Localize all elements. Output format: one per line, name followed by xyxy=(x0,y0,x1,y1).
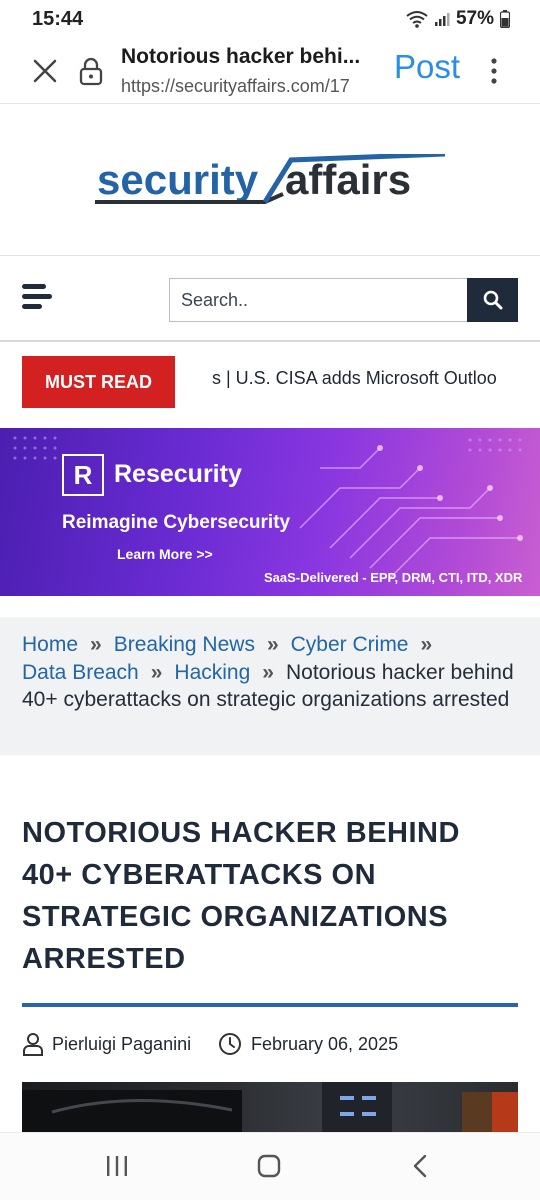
svg-text:affairs: affairs xyxy=(285,156,411,203)
banner-brand: Resecurity xyxy=(114,460,242,488)
android-nav-bar xyxy=(0,1132,540,1200)
breadcrumb-data-breach[interactable]: Data Breach xyxy=(22,661,139,684)
lock-icon[interactable] xyxy=(78,56,104,86)
browser-toolbar: Notorious hacker behi... https://securit… xyxy=(0,40,540,104)
breadcrumb-separator-icon: » xyxy=(90,633,102,656)
back-icon[interactable] xyxy=(408,1153,434,1179)
breadcrumb: Home » Breaking News » Cyber Crime » Data Brea… xyxy=(0,617,540,755)
recent-apps-icon[interactable] xyxy=(104,1153,130,1179)
breadcrumb-cyber-crime[interactable]: Cyber Crime xyxy=(291,633,409,656)
article-meta: Pierluigi Paganini February 06, 2025 xyxy=(22,1030,522,1058)
article-hero-image xyxy=(22,1082,518,1132)
clock-icon xyxy=(219,1033,241,1055)
nav-bar xyxy=(0,256,540,342)
banner-tagline: Reimagine Cybersecurity xyxy=(62,512,291,533)
signal-icon xyxy=(434,13,450,26)
resecurity-logo-icon: R xyxy=(62,454,104,496)
battery-icon xyxy=(500,10,510,28)
site-header: security affairs xyxy=(0,104,540,256)
must-read-badge[interactable]: MUST READ xyxy=(22,356,175,408)
search-field[interactable] xyxy=(169,278,468,322)
menu-icon[interactable] xyxy=(20,282,52,312)
breadcrumb-separator-icon: » xyxy=(262,660,274,684)
banner-learn-more-link[interactable]: Learn More >> xyxy=(117,546,213,562)
battery-percent: 57% xyxy=(455,8,494,29)
close-icon[interactable] xyxy=(30,56,60,86)
browser-url[interactable]: https://securityaffairs.com/17 xyxy=(121,76,383,97)
article-title: NOTORIOUS HACKER BEHIND 40+ CYBERATTACKS… xyxy=(22,817,460,975)
status-icons: 57% xyxy=(406,8,510,30)
breadcrumb-separator-icon: » xyxy=(420,633,433,656)
home-icon[interactable] xyxy=(256,1153,282,1179)
breadcrumb-breaking-news[interactable]: Breaking News xyxy=(114,633,255,656)
breadcrumb-separator-icon: » xyxy=(266,633,279,656)
breadcrumb-home[interactable]: Home xyxy=(22,633,78,656)
search-button[interactable] xyxy=(467,278,518,322)
breadcrumb-hacking[interactable]: Hacking xyxy=(174,661,250,684)
hero-photo-graphic xyxy=(22,1082,518,1132)
article-author[interactable]: Pierluigi Paganini xyxy=(52,1034,191,1055)
user-icon xyxy=(23,1033,43,1056)
site-logo[interactable]: security affairs xyxy=(95,154,445,214)
search-input[interactable] xyxy=(170,279,467,321)
article-date: February 06, 2025 xyxy=(251,1034,399,1054)
ad-banner[interactable]: R Resecurity Reimagine Cybersecurity Lea… xyxy=(0,428,540,596)
status-time: 15:44 xyxy=(32,8,84,30)
svg-text:security: security xyxy=(97,156,259,203)
post-button[interactable]: Post xyxy=(394,48,460,86)
browser-page-title[interactable]: Notorious hacker behi... xyxy=(121,45,383,69)
banner-footer-text: SaaS-Delivered - EPP, DRM, CTI, ITD, XDR xyxy=(264,570,523,585)
wifi-icon xyxy=(406,11,428,28)
news-ticker[interactable]: s | U.S. CISA adds Microsoft Outloo xyxy=(212,368,518,389)
more-options-icon[interactable] xyxy=(484,56,504,86)
title-divider xyxy=(22,1003,518,1007)
status-bar: 15:44 57% xyxy=(0,0,540,40)
search-icon xyxy=(483,290,502,310)
breadcrumb-separator-icon: » xyxy=(150,660,163,684)
